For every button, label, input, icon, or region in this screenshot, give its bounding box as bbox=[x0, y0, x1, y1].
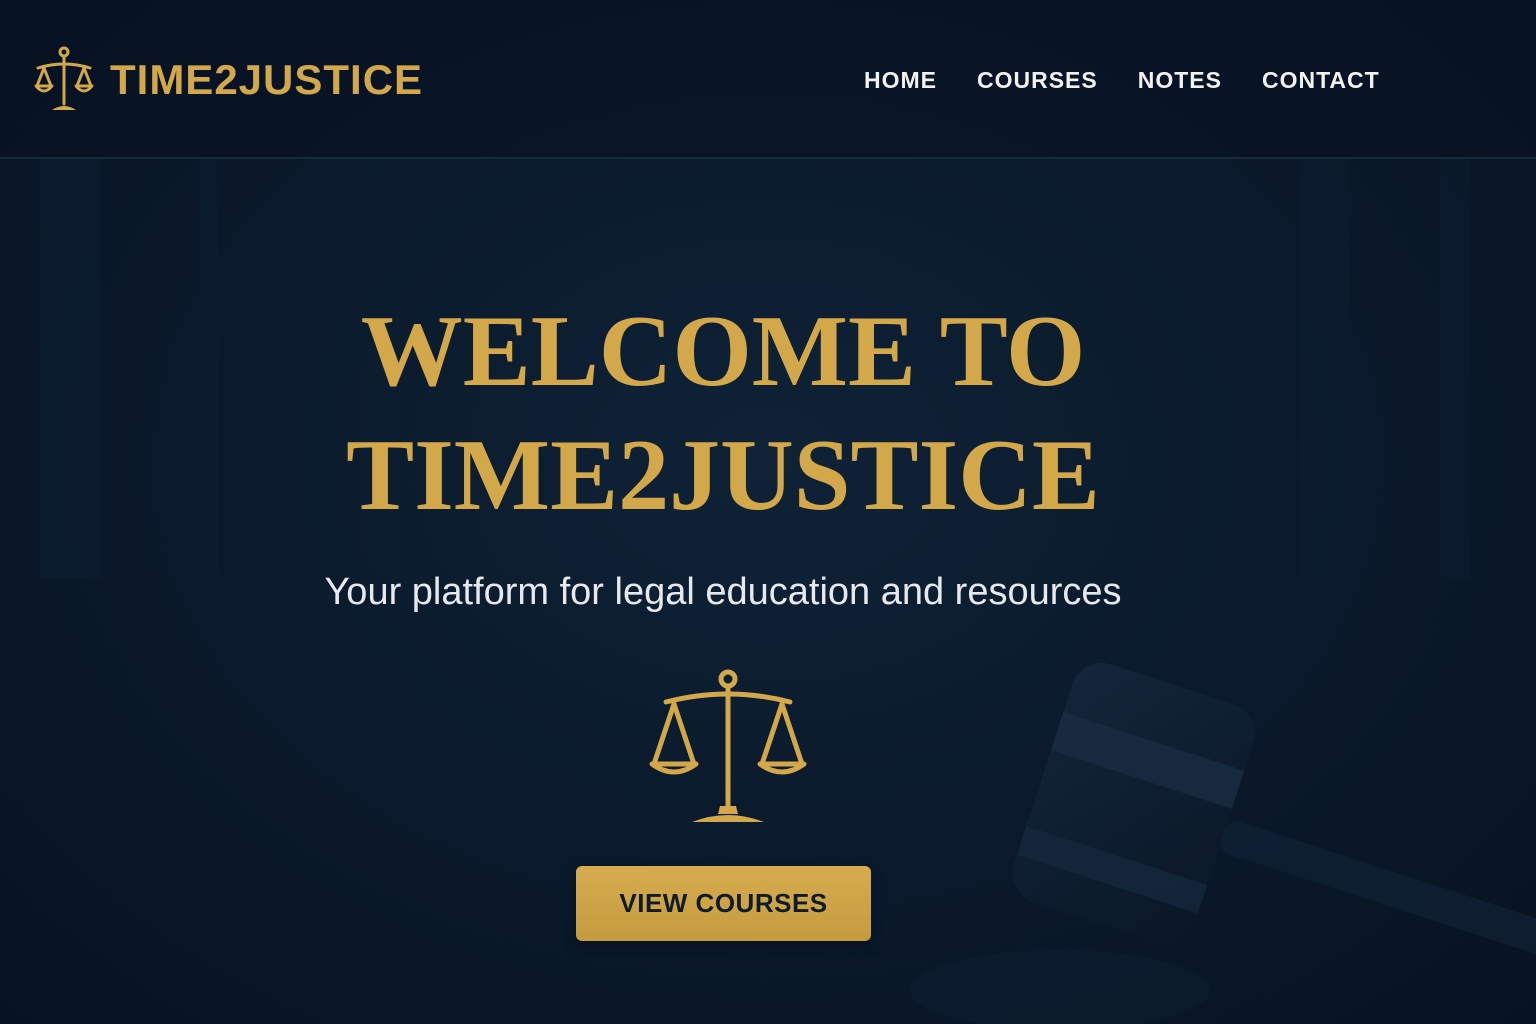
page: TIME2JUSTICE HOME COURSES NOTES CONTACT … bbox=[0, 0, 1536, 1024]
hero-title: WELCOME TO TIME2JUSTICE bbox=[220, 290, 1226, 538]
hero-subtitle: Your platform for legal education and re… bbox=[324, 571, 1122, 613]
hero-section: WELCOME TO TIME2JUSTICE Your platform fo… bbox=[0, 0, 1536, 1024]
scales-of-justice-icon bbox=[649, 669, 807, 822]
view-courses-button[interactable]: VIEW COURSES bbox=[576, 866, 871, 941]
hero-title-line-1: WELCOME TO bbox=[360, 295, 1086, 408]
hero-title-line-2: TIME2JUSTICE bbox=[346, 419, 1100, 532]
